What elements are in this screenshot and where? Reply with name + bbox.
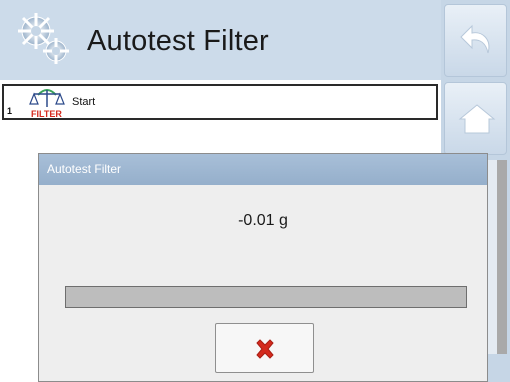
list-item-label: Start (72, 96, 96, 108)
scrollbar[interactable] (497, 160, 507, 354)
back-button[interactable] (444, 4, 507, 77)
header-bar: Autotest Filter (0, 0, 441, 80)
list-item-number: 1 (7, 106, 13, 116)
page-title: Autotest Filter (87, 25, 269, 57)
progress-bar (65, 286, 467, 308)
close-x-icon (256, 339, 274, 359)
filter-icon-text: FILTER (31, 109, 62, 119)
home-button[interactable] (444, 82, 507, 155)
gears-icon (18, 13, 69, 64)
cancel-button[interactable] (215, 323, 314, 373)
filter-scale-icon: FILTER (29, 89, 65, 119)
weight-readout: -0.01 g (238, 212, 288, 229)
dialog-title: Autotest Filter (39, 154, 487, 185)
list-item[interactable]: 1 FILTER Start (2, 84, 438, 120)
back-arrow-icon (460, 24, 490, 54)
autotest-dialog: Autotest Filter -0.01 g (38, 153, 488, 382)
home-icon (458, 104, 496, 134)
